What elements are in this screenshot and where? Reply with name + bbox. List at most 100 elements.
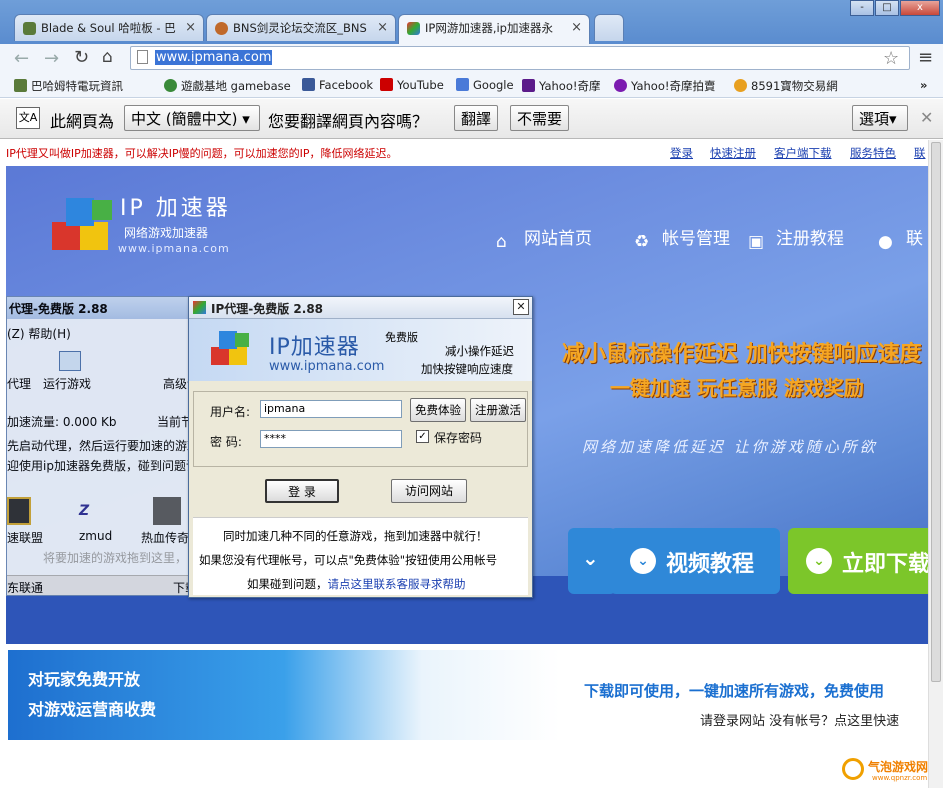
options-label: 選項 bbox=[859, 110, 890, 128]
bookmark-8591[interactable]: 8591寶物交易網 bbox=[734, 78, 838, 94]
visit-website-button[interactable]: 访问网站 bbox=[391, 479, 467, 503]
slogan-1: 减小鼠标操作延迟 加快按键响应速度 bbox=[562, 342, 922, 367]
cube-logo-icon bbox=[211, 329, 251, 369]
bookmark-label: YouTube bbox=[397, 78, 444, 92]
bookmark-yahoo[interactable]: Yahoo!奇摩 bbox=[522, 78, 600, 94]
bookmark-bahamut[interactable]: 巴哈姆特電玩資訊 bbox=[14, 78, 123, 94]
bookmark-label: 遊戲基地 gamebase bbox=[181, 79, 291, 93]
nav-label: 帐号管理 bbox=[662, 229, 730, 249]
scrollbar-thumb[interactable] bbox=[931, 142, 941, 682]
login-button[interactable]: 登 录 bbox=[265, 479, 339, 503]
game-label[interactable]: 热血传奇 bbox=[141, 529, 189, 546]
tab-ipmana[interactable]: IP网游加速器,ip加速器永 × bbox=[398, 14, 590, 44]
reload-icon[interactable]: ↻ bbox=[74, 47, 89, 68]
nav-account[interactable]: ♻ 帐号管理 bbox=[634, 224, 730, 252]
close-icon[interactable]: ✕ bbox=[513, 299, 529, 315]
tab-blade-soul[interactable]: Blade & Soul 哈啦板 - 巴 × bbox=[14, 14, 204, 41]
watermark-en: www.qpnzr.com bbox=[872, 774, 928, 782]
free-for-players: 对玩家免费开放 bbox=[28, 670, 141, 689]
bottom-info: 对玩家免费开放 对游戏运营商收费 下载即可使用，一键加速所有游戏，免费使用 请登… bbox=[6, 650, 928, 788]
minimize-button[interactable]: - bbox=[850, 0, 874, 16]
forward-icon[interactable]: → bbox=[44, 48, 59, 69]
slogan-2: 一键加速 玩任意服 游戏奖励 bbox=[610, 376, 864, 400]
game-label[interactable]: zmud bbox=[79, 529, 112, 543]
download-now-button[interactable]: ⌄ 立即下载 bbox=[788, 528, 928, 594]
logo-title: IP 加速器 bbox=[120, 196, 231, 221]
no-translate-button[interactable]: 不需要 bbox=[510, 105, 570, 131]
translate-bar: 文A 此網頁為 中文 (簡體中文) ▾ 您要翻譯網頁內容嗎？ 翻譯 不需要 選項… bbox=[0, 99, 943, 139]
password-input[interactable]: **** bbox=[260, 430, 402, 448]
address-bar[interactable]: www.ipmana.com ☆ bbox=[130, 46, 910, 70]
nav-contact[interactable]: ● 联 bbox=[878, 224, 923, 252]
bahamut-favicon-icon bbox=[23, 22, 36, 35]
close-icon[interactable]: ✕ bbox=[920, 108, 933, 127]
url-text[interactable]: www.ipmana.com bbox=[155, 50, 273, 65]
legend-game-icon bbox=[153, 497, 181, 525]
video-tutorial-button[interactable]: ⌄ 视频教程 bbox=[610, 528, 780, 594]
login-link[interactable]: 登录 bbox=[670, 145, 693, 161]
back-icon[interactable]: ← bbox=[14, 48, 29, 69]
bookmark-facebook[interactable]: Facebook bbox=[302, 78, 373, 92]
translate-icon: 文A bbox=[16, 107, 40, 129]
dialog-logo: IP加速器 bbox=[269, 335, 360, 360]
support-link[interactable]: 请点这里联系客服寻求帮助 bbox=[328, 577, 466, 591]
translate-prefix: 此網頁為 bbox=[50, 112, 115, 131]
save-password-checkbox[interactable]: ✓ bbox=[416, 430, 429, 443]
game-label[interactable]: 速联盟 bbox=[7, 529, 43, 546]
top-notice: IP代理又叫做IP加速器，可以解决IP慢的问题，可以加速您的IP，降低网络延迟。 bbox=[6, 147, 398, 160]
bookmark-label: Google bbox=[473, 78, 514, 92]
language-value: 中文 (簡體中文) bbox=[131, 110, 238, 128]
drag-hint: 将要加速的游戏拖到这里， bbox=[43, 551, 188, 565]
nav-register-guide[interactable]: ▣ 注册教程 bbox=[748, 224, 844, 252]
close-icon[interactable]: × bbox=[571, 20, 582, 35]
close-window-button[interactable]: x bbox=[900, 0, 940, 16]
tab-bns-forum[interactable]: BNS剑灵论坛交流区_BNS × bbox=[206, 14, 396, 41]
watermark-cn: 气泡游戏网 bbox=[868, 760, 929, 774]
forum-favicon-icon bbox=[215, 22, 228, 35]
youtube-icon bbox=[380, 78, 393, 91]
home-icon[interactable]: ⌂ bbox=[102, 47, 113, 67]
new-tab-button[interactable] bbox=[594, 14, 624, 41]
close-icon[interactable]: × bbox=[377, 20, 388, 35]
language-select[interactable]: 中文 (簡體中文) ▾ bbox=[124, 105, 260, 131]
contact-link[interactable]: 联 bbox=[914, 145, 926, 161]
info-panel: 同时加速几种不同的任意游戏，拖到加速器中就行！ 如果您没有代理帐号，可以点"免费… bbox=[193, 517, 528, 595]
android-icon: ▣ bbox=[748, 232, 765, 252]
bookmark-gamebase[interactable]: 遊戲基地 gamebase bbox=[164, 78, 291, 94]
service-link[interactable]: 服务特色 bbox=[850, 145, 896, 161]
bookmark-youtube[interactable]: YouTube bbox=[380, 78, 444, 92]
more-bookmarks-icon[interactable]: » bbox=[920, 78, 927, 92]
proxy-tool[interactable]: 代理 bbox=[7, 375, 31, 392]
maximize-button[interactable]: □ bbox=[875, 0, 899, 16]
bookmark-yahoo-auction[interactable]: Yahoo!奇摩拍賣 bbox=[614, 78, 715, 94]
run-game-tool[interactable]: 运行游戏 bbox=[43, 375, 91, 392]
close-icon[interactable]: × bbox=[185, 20, 196, 35]
status-left: 东联通 bbox=[7, 581, 44, 595]
prev-arrow-button[interactable]: ⌄ bbox=[568, 528, 616, 594]
scrollbar[interactable] bbox=[928, 140, 943, 788]
client-download-link[interactable]: 客户端下载 bbox=[774, 145, 832, 161]
bookmark-label: Yahoo!奇摩拍賣 bbox=[631, 79, 716, 93]
tab-title: Blade & Soul 哈啦板 - 巴 bbox=[41, 21, 176, 35]
app-menu[interactable]: (Z) 帮助(H) bbox=[7, 325, 71, 342]
recycle-icon: ♻ bbox=[634, 232, 650, 252]
options-button[interactable]: 選項▾ bbox=[852, 105, 908, 131]
nav-label: 网站首页 bbox=[524, 229, 592, 249]
chevron-down-icon: ⌄ bbox=[630, 548, 656, 574]
username-input[interactable]: ipmana bbox=[260, 400, 402, 418]
register-activate-button[interactable]: 注册激活 bbox=[470, 398, 526, 422]
bookmark-label: 8591寶物交易網 bbox=[751, 79, 838, 93]
free-trial-button[interactable]: 免费体验 bbox=[410, 398, 466, 422]
menu-icon[interactable]: ≡ bbox=[918, 47, 933, 68]
bookmark-star-icon[interactable]: ☆ bbox=[883, 48, 899, 69]
dialog-url: www.ipmana.com bbox=[269, 359, 385, 374]
top-notice-bar: IP代理又叫做IP加速器，可以解决IP慢的问题，可以加速您的IP，降低网络延迟。… bbox=[6, 140, 928, 166]
bookmark-label: Facebook bbox=[319, 78, 374, 92]
bookmark-google[interactable]: Google bbox=[456, 78, 514, 92]
nav-label: 注册教程 bbox=[776, 229, 844, 249]
translate-button[interactable]: 翻譯 bbox=[454, 105, 499, 131]
nav-home[interactable]: ⌂ 网站首页 bbox=[496, 224, 592, 252]
register-link[interactable]: 快速注册 bbox=[710, 145, 756, 161]
login-note[interactable]: 请登录网站 没有帐号？点这里快速 bbox=[700, 710, 899, 729]
gamebase-icon bbox=[164, 79, 177, 92]
